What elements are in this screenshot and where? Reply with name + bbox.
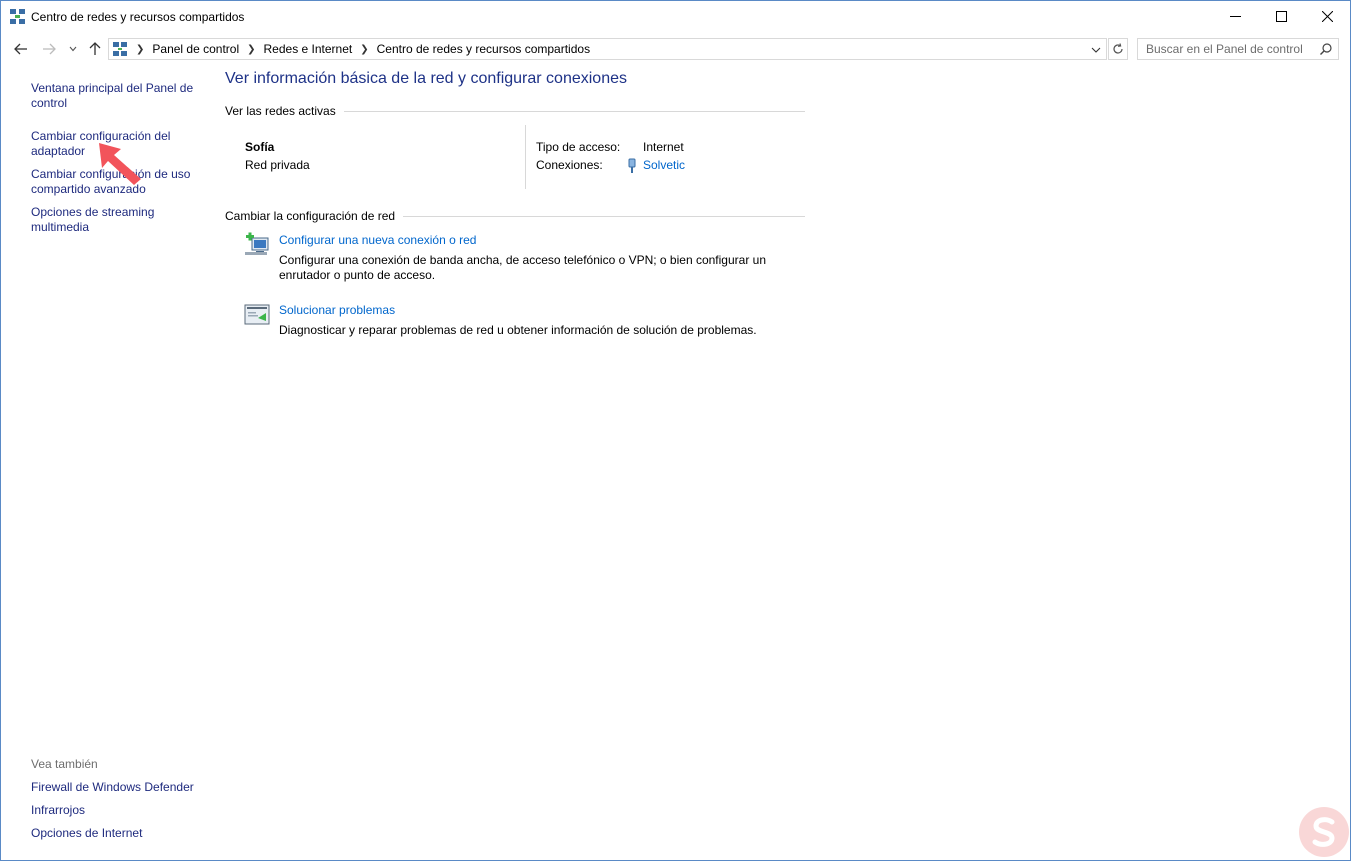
ethernet-icon bbox=[628, 158, 636, 173]
network-category: Red privada bbox=[245, 158, 310, 172]
chevron-down-icon bbox=[1091, 47, 1101, 53]
address-bar[interactable]: ❯ Panel de control ❯ Redes e Internet ❯ … bbox=[108, 38, 1107, 60]
network-divider bbox=[525, 125, 526, 189]
connections-label: Conexiones: bbox=[536, 158, 603, 172]
see-also-internet-options-link[interactable]: Opciones de Internet bbox=[31, 826, 142, 841]
minimize-icon bbox=[1229, 16, 1241, 17]
access-type-value: Internet bbox=[643, 140, 684, 154]
breadcrumb-panel-de-control[interactable]: Panel de control bbox=[152, 42, 239, 56]
title-bar: Centro de redes y recursos compartidos bbox=[1, 1, 1350, 32]
chevron-right-icon[interactable]: ❯ bbox=[360, 44, 368, 55]
solvetic-watermark-logo bbox=[1299, 807, 1349, 857]
forward-button[interactable] bbox=[39, 39, 59, 59]
change-network-section: Cambiar la configuración de red bbox=[225, 208, 805, 224]
troubleshoot-icon bbox=[244, 304, 270, 325]
see-also-heading: Vea también bbox=[31, 757, 98, 771]
navigation-bar: ❯ Panel de control ❯ Redes e Internet ❯ … bbox=[1, 35, 1350, 63]
window-title: Centro de redes y recursos compartidos bbox=[31, 10, 245, 24]
network-setup-icon bbox=[245, 232, 269, 255]
troubleshoot-problems-description: Diagnosticar y reparar problemas de red … bbox=[279, 323, 757, 337]
page-title: Ver información básica de la red y confi… bbox=[225, 70, 627, 87]
active-networks-heading: Ver las redes activas bbox=[225, 104, 336, 118]
active-networks-section: Ver las redes activas bbox=[225, 103, 805, 119]
chevron-down-icon bbox=[69, 46, 77, 52]
recent-locations-button[interactable] bbox=[65, 39, 81, 59]
see-also-firewall-link[interactable]: Firewall de Windows Defender bbox=[31, 780, 194, 795]
minimize-button[interactable] bbox=[1212, 1, 1258, 32]
chevron-right-icon[interactable]: ❯ bbox=[247, 44, 255, 55]
close-button[interactable] bbox=[1304, 1, 1350, 32]
network-center-icon bbox=[10, 9, 25, 24]
media-streaming-options-link[interactable]: Opciones de streaming multimedia bbox=[31, 205, 171, 235]
control-panel-icon bbox=[113, 42, 127, 56]
setup-new-connection-description: Configurar una conexión de banda ancha, … bbox=[279, 253, 766, 282]
troubleshoot-problems-link[interactable]: Solucionar problemas bbox=[279, 303, 395, 317]
window: Centro de redes y recursos compartidos ❯… bbox=[0, 0, 1351, 861]
search-icon[interactable] bbox=[1319, 42, 1333, 56]
close-icon bbox=[1321, 11, 1333, 22]
arrow-up-icon bbox=[89, 42, 101, 55]
section-divider bbox=[343, 110, 805, 112]
control-panel-home-link[interactable]: Ventana principal del Panel de control bbox=[31, 81, 201, 111]
search-box[interactable] bbox=[1137, 38, 1339, 60]
network-name: Sofía bbox=[245, 140, 275, 154]
see-also-infrared-link[interactable]: Infrarrojos bbox=[31, 803, 85, 818]
change-network-heading: Cambiar la configuración de red bbox=[225, 209, 396, 223]
connection-solvetic-link[interactable]: Solvetic bbox=[643, 158, 685, 172]
arrow-left-icon bbox=[14, 43, 27, 55]
maximize-button[interactable] bbox=[1258, 1, 1304, 32]
address-history-button[interactable] bbox=[1089, 43, 1103, 57]
search-input[interactable] bbox=[1138, 39, 1318, 59]
breadcrumb-redes-e-internet[interactable]: Redes e Internet bbox=[264, 42, 353, 56]
back-button[interactable] bbox=[11, 39, 31, 59]
refresh-icon bbox=[1113, 43, 1123, 54]
annotation-arrow-icon bbox=[99, 143, 141, 185]
chevron-right-icon[interactable]: ❯ bbox=[136, 44, 144, 55]
access-type-label: Tipo de acceso: bbox=[536, 140, 621, 154]
section-divider bbox=[403, 215, 805, 217]
maximize-icon bbox=[1275, 11, 1287, 22]
refresh-button[interactable] bbox=[1108, 38, 1128, 60]
up-button[interactable] bbox=[85, 39, 105, 59]
arrow-right-icon bbox=[43, 43, 56, 55]
setup-new-connection-link[interactable]: Configurar una nueva conexión o red bbox=[279, 233, 476, 247]
breadcrumb-centro-de-redes[interactable]: Centro de redes y recursos compartidos bbox=[377, 42, 590, 56]
